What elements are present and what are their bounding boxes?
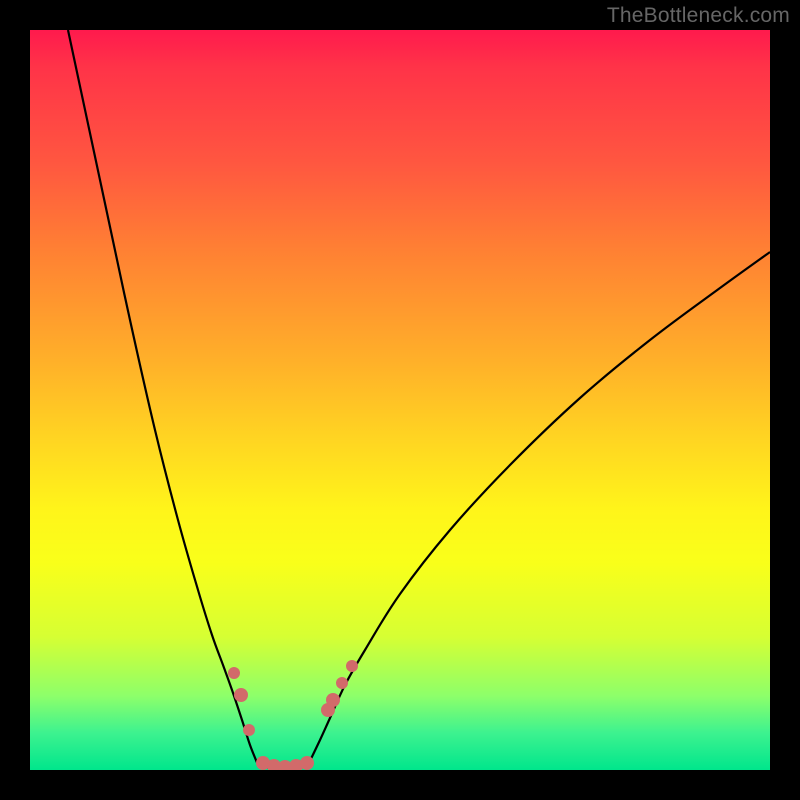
data-marker xyxy=(300,756,314,770)
data-marker xyxy=(336,677,348,689)
data-marker xyxy=(326,693,340,707)
watermark-text: TheBottleneck.com xyxy=(607,4,790,28)
data-marker xyxy=(234,688,248,702)
plot-area xyxy=(30,30,770,770)
markers-group xyxy=(228,660,358,770)
chart-container: TheBottleneck.com xyxy=(0,0,800,800)
data-marker xyxy=(346,660,358,672)
right-curve xyxy=(308,252,770,765)
left-curve xyxy=(68,30,258,765)
curve-svg xyxy=(30,30,770,770)
data-marker xyxy=(243,724,255,736)
data-marker xyxy=(228,667,240,679)
